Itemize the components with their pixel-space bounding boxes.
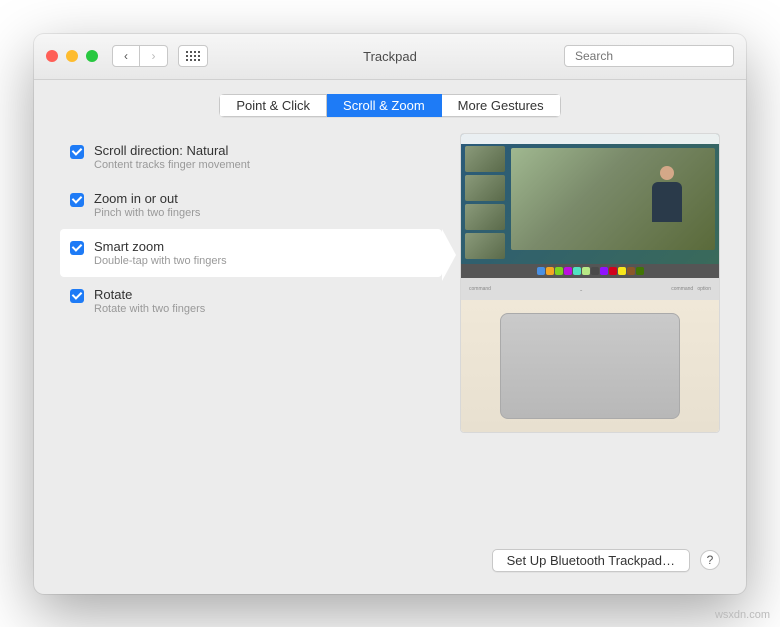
preferences-window: ‹ › Trackpad Point & Click Scroll & Zoom…: [34, 34, 746, 594]
minimize-icon[interactable]: [66, 50, 78, 62]
tab-more-gestures[interactable]: More Gestures: [442, 94, 561, 117]
grid-icon: [186, 51, 200, 61]
preview-menubar: [461, 134, 719, 144]
gesture-preview: command⎵command option: [460, 133, 720, 433]
option-rotate[interactable]: Rotate Rotate with two fingers: [60, 277, 442, 325]
head-shape: [660, 166, 674, 180]
option-subtitle: Double-tap with two fingers: [94, 255, 227, 267]
help-button[interactable]: ?: [700, 550, 720, 570]
option-title: Smart zoom: [94, 239, 227, 254]
option-title: Zoom in or out: [94, 191, 200, 206]
option-subtitle: Pinch with two fingers: [94, 207, 200, 219]
tab-bar: Point & Click Scroll & Zoom More Gesture…: [34, 80, 746, 133]
option-scroll-direction[interactable]: Scroll direction: Natural Content tracks…: [60, 133, 442, 181]
option-text: Smart zoom Double-tap with two fingers: [94, 239, 227, 267]
person-illustration: [649, 166, 685, 226]
thumbnail: [465, 175, 505, 201]
option-text: Scroll direction: Natural Content tracks…: [94, 143, 250, 171]
thumbnail: [465, 146, 505, 172]
nav-buttons: ‹ ›: [112, 45, 168, 67]
options-list: Scroll direction: Natural Content tracks…: [60, 133, 442, 535]
content-area: Scroll direction: Natural Content tracks…: [34, 133, 746, 535]
option-subtitle: Content tracks finger movement: [94, 159, 250, 171]
preview-screen: [461, 134, 719, 264]
preview-trackpad-area: [461, 300, 719, 432]
titlebar: ‹ › Trackpad: [34, 34, 746, 80]
option-title: Scroll direction: Natural: [94, 143, 250, 158]
option-title: Rotate: [94, 287, 205, 302]
forward-button[interactable]: ›: [140, 45, 168, 67]
checkbox-icon[interactable]: [70, 193, 84, 207]
option-zoom[interactable]: Zoom in or out Pinch with two fingers: [60, 181, 442, 229]
preview-photo: [511, 148, 715, 250]
option-smart-zoom[interactable]: Smart zoom Double-tap with two fingers: [60, 229, 442, 277]
show-all-button[interactable]: [178, 45, 208, 67]
tab-point-click[interactable]: Point & Click: [219, 94, 327, 117]
setup-bluetooth-button[interactable]: Set Up Bluetooth Trackpad…: [492, 549, 690, 572]
checkbox-icon[interactable]: [70, 289, 84, 303]
checkbox-icon[interactable]: [70, 145, 84, 159]
tab-scroll-zoom[interactable]: Scroll & Zoom: [327, 94, 442, 117]
segmented-control: Point & Click Scroll & Zoom More Gesture…: [219, 94, 560, 117]
thumbnail: [465, 204, 505, 230]
close-icon[interactable]: [46, 50, 58, 62]
preview-thumbnails: [465, 146, 509, 262]
checkbox-icon[interactable]: [70, 241, 84, 255]
preview-trackpad: [500, 313, 680, 419]
preview-dock: [461, 264, 719, 278]
zoom-icon[interactable]: [86, 50, 98, 62]
footer: Set Up Bluetooth Trackpad… ?: [34, 535, 746, 594]
thumbnail: [465, 233, 505, 259]
option-text: Rotate Rotate with two fingers: [94, 287, 205, 315]
body-shape: [652, 182, 682, 222]
option-text: Zoom in or out Pinch with two fingers: [94, 191, 200, 219]
back-button[interactable]: ‹: [112, 45, 140, 67]
window-title: Trackpad: [363, 49, 417, 64]
option-subtitle: Rotate with two fingers: [94, 303, 205, 315]
traffic-lights: [46, 50, 98, 62]
preview-keyboard: command⎵command option: [461, 278, 719, 300]
watermark: wsxdn.com: [715, 609, 770, 621]
search-input[interactable]: [575, 49, 730, 63]
search-field[interactable]: [564, 45, 734, 67]
